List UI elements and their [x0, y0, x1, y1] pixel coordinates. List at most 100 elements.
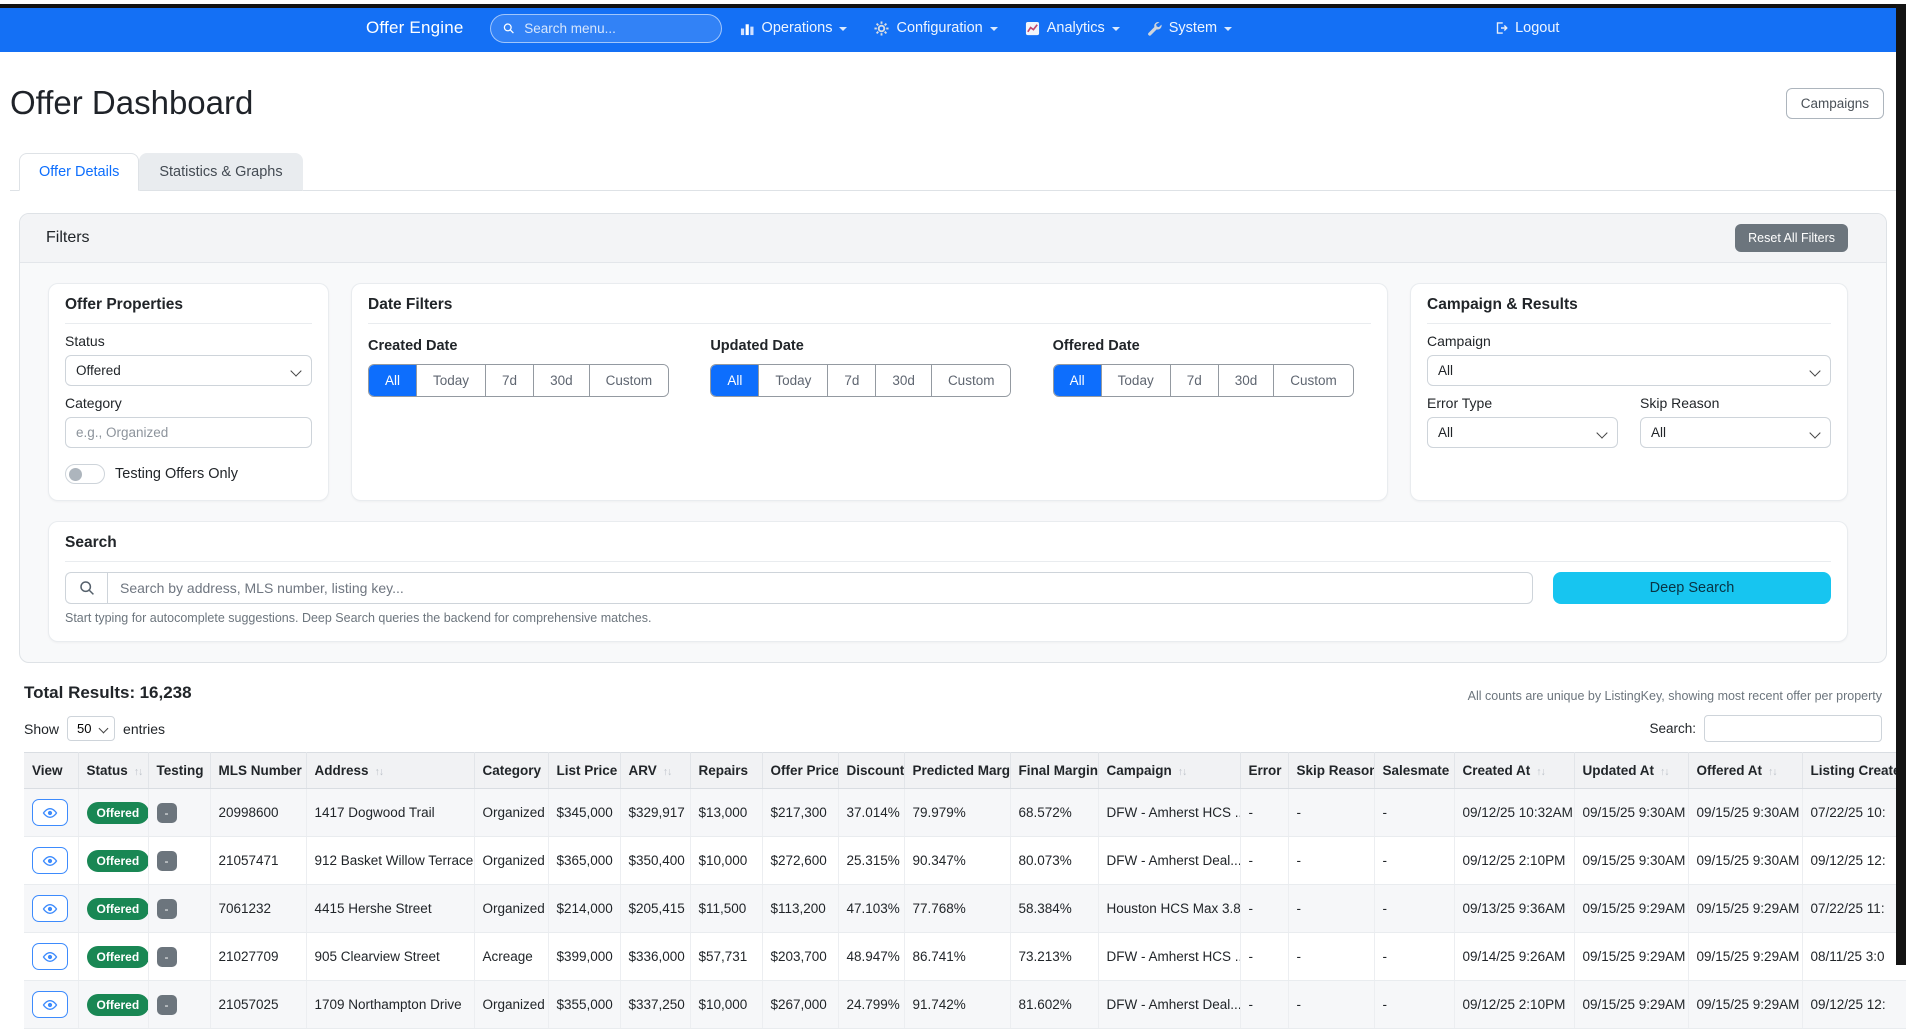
status-select[interactable]: Offered [65, 355, 312, 386]
offered-date-group: Offered Date AllToday7d30dCustom [1053, 332, 1371, 397]
date-range-option-7d[interactable]: 7d [1170, 365, 1218, 396]
view-offer-button[interactable] [32, 847, 68, 874]
error-type-label: Error Type [1427, 395, 1618, 411]
nav-system[interactable]: System [1147, 20, 1232, 36]
eye-icon [42, 949, 58, 965]
error-type-select[interactable]: All [1427, 417, 1618, 448]
column-header-view: View [24, 753, 78, 789]
nav-configuration[interactable]: Configuration [874, 20, 997, 36]
cell-listing_created: 07/22/25 11: [1802, 885, 1906, 933]
show-label: Show [24, 721, 59, 737]
eye-icon [42, 901, 58, 917]
date-range-option-today[interactable]: Today [416, 365, 485, 396]
gear-icon [874, 21, 889, 36]
date-range-option-30d[interactable]: 30d [1218, 365, 1274, 396]
campaign-select[interactable]: All [1427, 355, 1831, 386]
cell-offered_at: 09/15/25 9:29AM [1688, 885, 1802, 933]
cell-campaign: DFW - Amherst Deal... [1098, 981, 1240, 1029]
status-label: Status [65, 333, 312, 349]
cell-testing: - [148, 789, 210, 837]
cell-error: - [1240, 885, 1288, 933]
cell-testing: - [148, 885, 210, 933]
status-badge: Offered [87, 994, 149, 1016]
date-range-option-all[interactable]: All [1054, 365, 1101, 396]
cell-error: - [1240, 789, 1288, 837]
status-badge: Offered [87, 850, 149, 872]
view-offer-button[interactable] [32, 799, 68, 826]
search-help-text: Start typing for autocomplete suggestion… [65, 611, 1831, 625]
cell-view [24, 981, 78, 1029]
table-row: Offered-21027709905 Clearview StreetAcre… [24, 933, 1906, 981]
cell-salesmate: - [1374, 789, 1454, 837]
column-header-discount: Discount [838, 753, 904, 789]
cell-arv: $337,250 [620, 981, 690, 1029]
date-range-option-all[interactable]: All [369, 365, 416, 396]
created-date-group: Created Date AllToday7d30dCustom [368, 332, 686, 397]
date-range-option-7d[interactable]: 7d [485, 365, 533, 396]
column-header-created_at[interactable]: Created At↑↓ [1454, 753, 1574, 789]
campaigns-button[interactable]: Campaigns [1786, 88, 1884, 119]
offer-properties-panel: Offer Properties Status Offered Category… [48, 283, 329, 501]
menu-search-input[interactable] [522, 20, 708, 37]
cell-address: 4415 Hershe Street [306, 885, 474, 933]
offer-search-input[interactable] [107, 572, 1533, 604]
eye-icon [42, 997, 58, 1013]
cell-repairs: $57,731 [690, 933, 762, 981]
eye-icon [42, 853, 58, 869]
cell-mls: 20998600 [210, 789, 306, 837]
column-header-address[interactable]: Address↑↓ [306, 753, 474, 789]
column-header-status[interactable]: Status↑↓ [78, 753, 148, 789]
page-size-select[interactable]: 50 [67, 716, 115, 741]
cell-created_at: 09/12/25 10:32AM [1454, 789, 1574, 837]
column-header-arv[interactable]: ARV↑↓ [620, 753, 690, 789]
offered-date-label: Offered Date [1053, 338, 1371, 354]
date-range-option-30d[interactable]: 30d [533, 365, 589, 396]
cell-mls: 21057471 [210, 837, 306, 885]
cell-skip_reason: - [1288, 837, 1374, 885]
cell-salesmate: - [1374, 933, 1454, 981]
nav-operations[interactable]: Operations [740, 20, 848, 36]
skip-reason-select[interactable]: All [1640, 417, 1831, 448]
search-icon [503, 22, 515, 35]
view-offer-button[interactable] [32, 943, 68, 970]
date-range-option-7d[interactable]: 7d [827, 365, 875, 396]
view-offer-button[interactable] [32, 895, 68, 922]
column-header-campaign[interactable]: Campaign↑↓ [1098, 753, 1240, 789]
date-range-option-30d[interactable]: 30d [875, 365, 931, 396]
cell-list_price: $365,000 [548, 837, 620, 885]
date-range-option-today[interactable]: Today [758, 365, 827, 396]
cell-offered_at: 09/15/25 9:29AM [1688, 933, 1802, 981]
campaign-results-panel: Campaign & Results Campaign All Error Ty… [1410, 283, 1848, 501]
cell-address: 1417 Dogwood Trail [306, 789, 474, 837]
testing-offers-toggle[interactable] [65, 464, 105, 484]
view-offer-button[interactable] [32, 991, 68, 1018]
cell-skip_reason: - [1288, 933, 1374, 981]
cell-salesmate: - [1374, 981, 1454, 1029]
vertical-scrollbar[interactable] [1896, 4, 1906, 965]
column-header-updated_at[interactable]: Updated At↑↓ [1574, 753, 1688, 789]
date-range-option-custom[interactable]: Custom [931, 365, 1011, 396]
filters-title: Filters [46, 229, 90, 247]
deep-search-button[interactable]: Deep Search [1553, 572, 1831, 604]
cell-offered_at: 09/15/25 9:30AM [1688, 789, 1802, 837]
column-header-offered_at[interactable]: Offered At↑↓ [1688, 753, 1802, 789]
menu-search[interactable] [490, 14, 722, 43]
date-range-option-custom[interactable]: Custom [1273, 365, 1353, 396]
cell-final_margin: 68.572% [1010, 789, 1098, 837]
cell-category: Organized [474, 789, 548, 837]
tab-statistics-graphs[interactable]: Statistics & Graphs [139, 153, 302, 191]
table-search-input[interactable] [1704, 715, 1882, 742]
date-range-option-today[interactable]: Today [1101, 365, 1170, 396]
tab-offer-details[interactable]: Offer Details [19, 153, 139, 191]
category-input[interactable] [65, 417, 312, 448]
cell-mls: 21057025 [210, 981, 306, 1029]
column-header-final_margin: Final Margin [1010, 753, 1098, 789]
page-title: Offer Dashboard [10, 84, 253, 122]
sort-icon: ↑↓ [663, 766, 672, 778]
nav-analytics[interactable]: Analytics [1025, 20, 1120, 36]
date-range-option-custom[interactable]: Custom [589, 365, 669, 396]
reset-all-filters-button[interactable]: Reset All Filters [1735, 224, 1848, 252]
logout-button[interactable]: Logout [1494, 20, 1559, 36]
date-range-option-all[interactable]: All [711, 365, 758, 396]
cell-error: - [1240, 837, 1288, 885]
